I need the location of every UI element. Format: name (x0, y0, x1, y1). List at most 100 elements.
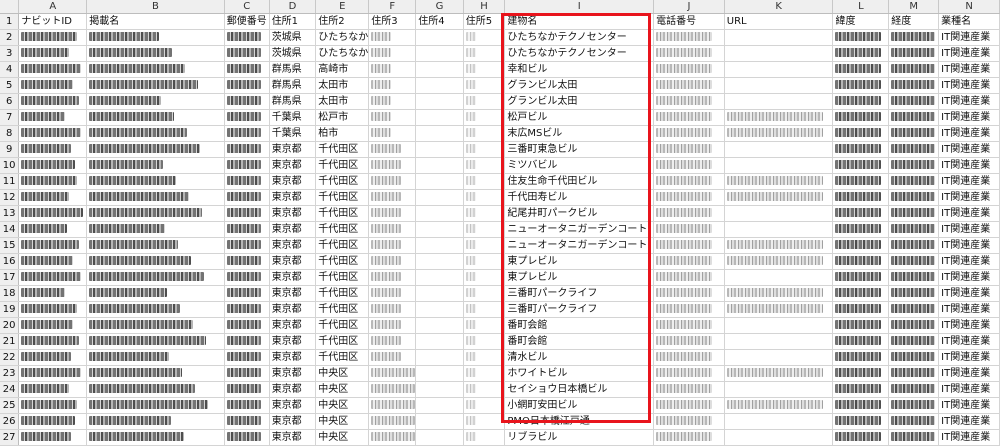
row-number[interactable]: 15 (0, 237, 20, 254)
cell-e[interactable]: 千代田区 (315, 205, 370, 222)
cell-k[interactable] (724, 253, 834, 270)
cell-b[interactable] (86, 93, 225, 110)
cell-f[interactable] (368, 61, 417, 78)
cell-m[interactable] (888, 125, 940, 142)
cell-j[interactable] (653, 125, 725, 142)
cell-l[interactable] (832, 61, 890, 78)
cell-d[interactable]: 東京都 (269, 413, 317, 430)
cell-h[interactable] (463, 45, 506, 62)
column-header-b[interactable]: B (86, 0, 225, 14)
cell-i-building[interactable]: 三番町パークライフ (504, 301, 655, 318)
cell-c[interactable] (224, 269, 270, 286)
cell-f[interactable] (368, 333, 417, 350)
cell-d[interactable]: 千葉県 (269, 125, 317, 142)
cell-c[interactable] (224, 381, 270, 398)
cell-f[interactable] (368, 93, 417, 110)
cell-g[interactable] (415, 333, 464, 350)
cell-d[interactable]: 東京都 (269, 301, 317, 318)
cell-c[interactable] (224, 413, 270, 430)
cell-j[interactable] (653, 45, 725, 62)
cell-m[interactable] (888, 141, 940, 158)
cell-l[interactable] (832, 77, 890, 94)
cell-d[interactable]: 東京都 (269, 205, 317, 222)
cell-n[interactable]: IT関連産業 (938, 189, 1000, 206)
cell-b[interactable] (86, 253, 225, 270)
cell-l[interactable] (832, 269, 890, 286)
cell-c[interactable] (224, 173, 270, 190)
header-cell-l[interactable]: 緯度 (832, 13, 890, 30)
cell-j[interactable] (653, 285, 725, 302)
cell-a[interactable] (18, 77, 88, 94)
cell-m[interactable] (888, 189, 940, 206)
cell-l[interactable] (832, 29, 890, 46)
cell-e[interactable]: 中央区 (315, 429, 370, 446)
cell-c[interactable] (224, 77, 270, 94)
cell-e[interactable]: 柏市 (315, 125, 370, 142)
cell-g[interactable] (415, 205, 464, 222)
cell-g[interactable] (415, 77, 464, 94)
cell-h[interactable] (463, 429, 506, 446)
cell-d[interactable]: 東京都 (269, 269, 317, 286)
cell-m[interactable] (888, 413, 940, 430)
cell-a[interactable] (18, 253, 88, 270)
cell-j[interactable] (653, 349, 725, 366)
cell-l[interactable] (832, 365, 890, 382)
cell-d[interactable]: 東京都 (269, 157, 317, 174)
cell-l[interactable] (832, 253, 890, 270)
cell-c[interactable] (224, 45, 270, 62)
cell-i-building[interactable]: 番町会館 (504, 317, 655, 334)
cell-m[interactable] (888, 365, 940, 382)
cell-i-building[interactable]: 末広MSビル (504, 125, 655, 142)
column-header-f[interactable]: F (368, 0, 417, 14)
cell-m[interactable] (888, 333, 940, 350)
cell-n[interactable]: IT関連産業 (938, 301, 1000, 318)
cell-m[interactable] (888, 29, 940, 46)
cell-l[interactable] (832, 189, 890, 206)
cell-f[interactable] (368, 109, 417, 126)
cell-e[interactable]: 千代田区 (315, 173, 370, 190)
cell-e[interactable]: 中央区 (315, 365, 370, 382)
cell-g[interactable] (415, 173, 464, 190)
row-number[interactable]: 25 (0, 397, 20, 414)
cell-c[interactable] (224, 253, 270, 270)
cell-c[interactable] (224, 301, 270, 318)
cell-a[interactable] (18, 93, 88, 110)
row-number[interactable]: 2 (0, 29, 20, 46)
cell-a[interactable] (18, 141, 88, 158)
cell-j[interactable] (653, 141, 725, 158)
cell-j[interactable] (653, 365, 725, 382)
cell-a[interactable] (18, 109, 88, 126)
column-header-a[interactable]: A (18, 0, 88, 14)
cell-l[interactable] (832, 93, 890, 110)
cell-e[interactable]: 千代田区 (315, 221, 370, 238)
cell-n[interactable]: IT関連産業 (938, 237, 1000, 254)
cell-n[interactable]: IT関連産業 (938, 269, 1000, 286)
cell-h[interactable] (463, 125, 506, 142)
cell-n[interactable]: IT関連産業 (938, 221, 1000, 238)
cell-h[interactable] (463, 237, 506, 254)
cell-i-building[interactable]: リブラビル (504, 429, 655, 446)
cell-e[interactable]: 千代田区 (315, 189, 370, 206)
cell-b[interactable] (86, 381, 225, 398)
cell-e[interactable]: 千代田区 (315, 333, 370, 350)
row-number[interactable]: 21 (0, 333, 20, 350)
cell-e[interactable]: 千代田区 (315, 157, 370, 174)
cell-e[interactable]: 千代田区 (315, 349, 370, 366)
cell-k[interactable] (724, 29, 834, 46)
cell-c[interactable] (224, 333, 270, 350)
cell-j[interactable] (653, 301, 725, 318)
cell-h[interactable] (463, 397, 506, 414)
cell-f[interactable] (368, 189, 417, 206)
cell-j[interactable] (653, 317, 725, 334)
cell-g[interactable] (415, 429, 464, 446)
cell-e[interactable]: 千代田区 (315, 237, 370, 254)
column-header-k[interactable]: K (724, 0, 834, 14)
header-cell-f[interactable]: 住所3 (368, 13, 417, 30)
cell-a[interactable] (18, 429, 88, 446)
cell-l[interactable] (832, 173, 890, 190)
cell-b[interactable] (86, 301, 225, 318)
cell-m[interactable] (888, 221, 940, 238)
cell-h[interactable] (463, 141, 506, 158)
cell-j[interactable] (653, 381, 725, 398)
cell-e[interactable]: 太田市 (315, 77, 370, 94)
